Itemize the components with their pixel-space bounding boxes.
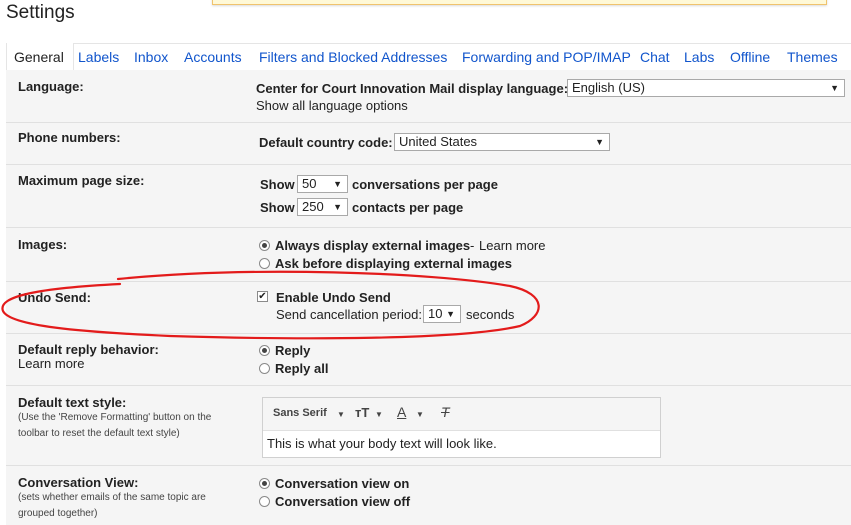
tab-offline[interactable]: Offline (730, 49, 770, 65)
conversation-view-off-label: Conversation view off (275, 494, 411, 509)
tab-inbox[interactable]: Inbox (134, 49, 168, 65)
settings-tabs: General Labels Inbox Accounts Filters an… (6, 43, 851, 71)
dropdown-arrow-icon: ▼ (333, 202, 342, 212)
reply-learn-more-link[interactable]: Learn more (18, 356, 84, 371)
page-size-label: Maximum page size: (18, 173, 145, 188)
tab-labs[interactable]: Labs (684, 49, 714, 65)
tab-filters[interactable]: Filters and Blocked Addresses (259, 49, 447, 65)
show-label: Show (260, 200, 295, 215)
text-style-label: Default text style: (18, 395, 127, 410)
conversations-per-page-suffix: conversations per page (352, 177, 498, 192)
row-divider (6, 122, 851, 123)
font-family-button[interactable]: Sans Serif (273, 407, 327, 419)
images-learn-more-link[interactable]: Learn more (479, 238, 545, 253)
conversations-per-page-value: 50 (302, 176, 317, 191)
chevron-down-icon: ▼ (375, 410, 383, 419)
remove-formatting-icon[interactable]: T (441, 404, 450, 420)
row-divider (6, 465, 851, 466)
conversation-view-off-radio[interactable] (259, 496, 270, 507)
chevron-down-icon: ▼ (337, 410, 345, 419)
red-annotation-circle (1, 270, 540, 340)
row-divider (6, 164, 851, 165)
conversations-per-page-select[interactable]: 50 ▼ (297, 175, 348, 193)
tab-forwarding[interactable]: Forwarding and POP/IMAP (462, 49, 631, 65)
row-divider (6, 385, 851, 386)
dropdown-arrow-icon: ▼ (333, 179, 342, 189)
always-display-images-radio[interactable] (259, 240, 270, 251)
language-prompt: Center for Court Innovation Mail display… (256, 81, 569, 96)
conversation-view-on-radio[interactable] (259, 478, 270, 489)
page-title: Settings (6, 2, 75, 23)
images-label: Images: (18, 237, 68, 252)
language-select-value: English (US) (572, 80, 645, 95)
country-code-select[interactable]: United States ▼ (394, 133, 610, 151)
reply-radio[interactable] (259, 345, 270, 356)
reply-option-label: Reply (275, 343, 311, 358)
contacts-per-page-select[interactable]: 250 ▼ (297, 198, 348, 216)
tab-themes[interactable]: Themes (787, 49, 838, 65)
country-code-prompt: Default country code: (259, 135, 393, 150)
language-select[interactable]: English (US) ▼ (567, 79, 845, 97)
chevron-down-icon: ▼ (416, 410, 424, 419)
text-style-preview: This is what your body text will look li… (267, 436, 497, 451)
reply-behavior-label: Default reply behavior: (18, 342, 159, 357)
formatting-toolbar: Sans Serif ▼ тT ▼ A ▼ T (263, 398, 660, 431)
conversation-view-on-label: Conversation view on (275, 476, 410, 491)
tab-labels[interactable]: Labels (78, 49, 119, 65)
conversation-view-label: Conversation View: (18, 475, 139, 490)
reply-all-radio[interactable] (259, 363, 270, 374)
images-separator: - (470, 238, 475, 253)
always-display-images-label: Always display external images (275, 238, 471, 253)
contacts-per-page-value: 250 (302, 199, 324, 214)
tab-general[interactable]: General (14, 49, 64, 65)
conversation-view-note: (sets whether emails of the same topic a… (18, 492, 206, 519)
show-all-languages-link[interactable]: Show all language options (256, 98, 408, 113)
language-label: Language: (18, 79, 84, 94)
phone-label: Phone numbers: (18, 130, 121, 145)
text-size-icon[interactable]: тT (355, 405, 369, 420)
show-label: Show (260, 177, 295, 192)
country-code-value: United States (399, 134, 478, 149)
text-style-editor: Sans Serif ▼ тT ▼ A ▼ T This is what you… (262, 397, 661, 458)
tab-accounts[interactable]: Accounts (184, 49, 242, 65)
contacts-per-page-suffix: contacts per page (352, 200, 464, 215)
row-divider (6, 227, 851, 228)
notification-bar (212, 0, 827, 5)
tab-chat[interactable]: Chat (640, 49, 670, 65)
dropdown-arrow-icon: ▼ (595, 137, 604, 147)
text-color-icon[interactable]: A (397, 404, 406, 420)
dropdown-arrow-icon: ▼ (830, 83, 839, 93)
text-style-note: (Use the 'Remove Formatting' button on t… (18, 412, 212, 439)
reply-all-option-label: Reply all (275, 361, 329, 376)
